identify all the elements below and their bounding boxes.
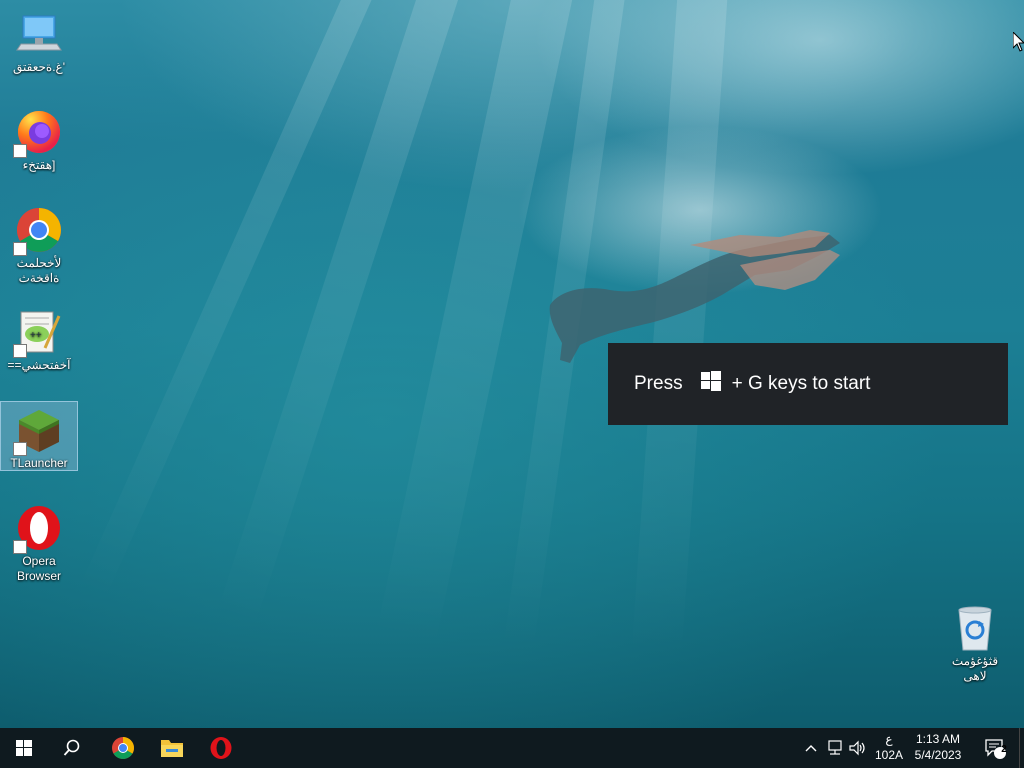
firefox-icon [13, 108, 63, 158]
notification-count-badge: 2 [1001, 744, 1007, 755]
notepad-plus-plus-icon: ++ [13, 308, 63, 358]
desktop-icon-label: غ.ةحعقتق' [13, 60, 65, 74]
game-bar-hint-toast: Press + G keys to start [608, 343, 1008, 425]
search-icon [63, 739, 80, 756]
language-code: 102A [874, 748, 904, 762]
taskbar-chrome-button[interactable] [99, 728, 147, 768]
taskbar-clock[interactable]: 1:13 AM 5/4/2023 [906, 728, 970, 768]
opera-icon [210, 737, 232, 759]
desktop-icon-opera[interactable]: Opera Browser [1, 500, 77, 584]
recycle-bin-icon [951, 604, 999, 652]
taskbar-file-explorer-button[interactable] [148, 728, 196, 768]
shortcut-arrow-icon [13, 344, 27, 358]
chrome-icon [112, 737, 134, 759]
desktop-icon-label: هقتخء] [22, 158, 56, 172]
start-button[interactable] [0, 728, 48, 768]
this-pc-icon [15, 10, 63, 58]
desktop-icon-label: TLauncher [10, 456, 68, 470]
taskbar-opera-button[interactable] [197, 728, 245, 768]
desktop-icon-recycle-bin[interactable]: قثؤغؤمث لاهى [937, 600, 1013, 684]
toast-suffix-text: + G keys to start [731, 373, 871, 394]
tray-volume[interactable] [848, 728, 868, 768]
language-script: ع [885, 732, 893, 746]
shortcut-arrow-icon [13, 242, 27, 256]
windows-start-icon [16, 740, 32, 756]
shortcut-arrow-icon [13, 144, 27, 158]
shortcut-arrow-icon [13, 540, 27, 554]
desktop-icon-label: قثؤغؤمث لاهى [951, 654, 999, 683]
tray-network[interactable] [824, 728, 846, 768]
mouse-cursor-icon [1013, 32, 1024, 52]
show-desktop-button[interactable] [1019, 728, 1024, 768]
toast-prefix-text: Press [634, 373, 683, 394]
desktop-icon-chrome[interactable]: لأخحلمث ةاقخةث [1, 202, 77, 286]
desktop-wallpaper[interactable]: غ.ةحعقتق' هقتخء] لأخحلمث ةاقخةث ++ ==آخف… [0, 0, 1024, 728]
network-ethernet-icon [828, 740, 842, 755]
desktop-icon-this-pc[interactable]: غ.ةحعقتق' [1, 6, 77, 75]
clock-date: 5/4/2023 [914, 748, 962, 762]
desktop-icon-label: ==آخفتحشي [7, 358, 71, 372]
input-language-indicator[interactable]: ع 102A [872, 728, 906, 768]
desktop-icon-label: Opera Browser [16, 554, 61, 583]
minecraft-grass-block-icon [13, 406, 63, 456]
action-center-button[interactable]: 2 [978, 728, 1012, 768]
clock-time: 1:13 AM [915, 732, 961, 746]
search-button[interactable] [48, 728, 96, 768]
chevron-up-icon [805, 745, 817, 752]
windows-logo-icon [700, 371, 721, 397]
desktop-icon-label: لأخحلمث ةاقخةث [16, 256, 62, 285]
desktop-icon-notepad-plus-plus[interactable]: ++ ==آخفتحشي [1, 304, 77, 373]
chrome-icon [13, 206, 63, 256]
shortcut-arrow-icon [13, 442, 27, 456]
opera-icon [13, 504, 63, 554]
volume-speaker-icon [849, 740, 865, 756]
svg-text:++: ++ [30, 330, 42, 341]
desktop-icon-tlauncher[interactable]: TLauncher [0, 401, 78, 471]
file-explorer-icon [161, 740, 183, 757]
tray-overflow-chevron[interactable] [802, 728, 820, 768]
taskbar: ع 102A 1:13 AM 5/4/2023 2 [0, 728, 1024, 768]
desktop-icon-firefox[interactable]: هقتخء] [1, 104, 77, 173]
